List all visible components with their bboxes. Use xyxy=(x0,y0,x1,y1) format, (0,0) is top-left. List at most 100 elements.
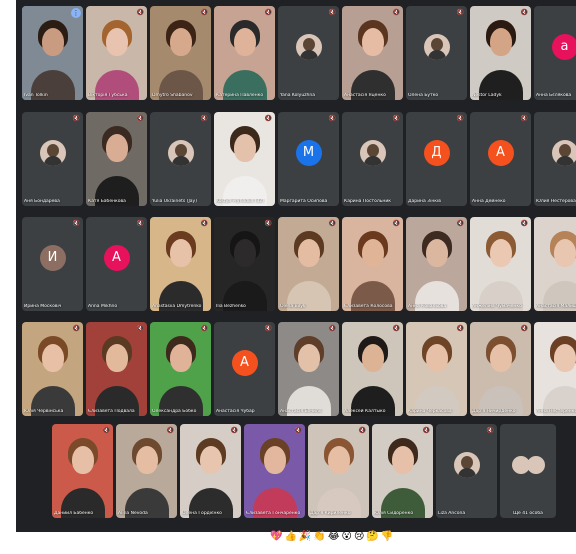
participant-face xyxy=(391,446,414,474)
participant-tile[interactable]: 🔇 Карина Постольник xyxy=(342,112,403,206)
participant-tile[interactable]: 🔇 Юлія Сидоренко xyxy=(372,424,433,518)
participant-name: Дарина Зінків xyxy=(408,199,441,204)
participant-name: Ще 41 особа xyxy=(513,511,543,516)
participant-face xyxy=(169,28,192,56)
participant-face xyxy=(489,28,512,56)
participant-tile[interactable]: 🔇 Liza Ancona xyxy=(436,424,497,518)
participant-video xyxy=(86,112,147,206)
participant-name: Алексей Калтыко xyxy=(344,409,386,414)
reaction-emoji[interactable]: 👎 xyxy=(381,530,393,544)
participant-video xyxy=(150,217,211,311)
participant-name: Olena Bilyk xyxy=(280,304,306,309)
mic-off-icon: 🔇 xyxy=(328,115,336,122)
participant-face xyxy=(105,344,128,372)
participant-video xyxy=(150,6,211,100)
participant-video xyxy=(342,6,403,100)
reaction-emoji[interactable]: 😮 xyxy=(342,530,352,544)
participant-tile[interactable]: 🔇 Дар'я Ничирденко xyxy=(470,322,531,416)
participant-tile[interactable]: 🔇 Yana Kolyuzhna xyxy=(278,6,339,100)
participant-name: Анна Нестеренко xyxy=(536,409,576,414)
participant-tile[interactable]: 🔇 Ilia Bezhenko xyxy=(214,217,275,311)
participant-tile[interactable]: 🔇 Катя Бабенкова xyxy=(86,112,147,206)
participant-tile[interactable]: 🔇 Катерина Павленко xyxy=(214,6,275,100)
more-options-icon[interactable]: ⋮ xyxy=(71,8,81,18)
participant-face xyxy=(361,28,384,56)
participant-tile[interactable]: И 🔇 Ирина Московіч xyxy=(22,217,83,311)
reaction-emoji[interactable]: 😢 xyxy=(354,530,364,544)
participant-tile[interactable]: 🔇 Дар'я Кириленко xyxy=(308,424,369,518)
participant-tile[interactable]: 🔇 Kostya Pryhodko (32) xyxy=(214,112,275,206)
reaction-emoji[interactable]: 👍 xyxy=(284,530,296,544)
participant-tile[interactable]: Ще 41 особа xyxy=(500,424,556,518)
participant-tile[interactable]: ⋮ Ivan Tolkin xyxy=(22,6,83,100)
participant-tile[interactable]: 🔇 Аня Бондарева xyxy=(22,112,83,206)
participant-tile[interactable]: 🔇 Олена Гордієнко xyxy=(180,424,241,518)
participant-video xyxy=(52,424,113,518)
participant-video xyxy=(278,322,339,416)
participant-face xyxy=(297,239,320,267)
participant-tile[interactable]: A 🔇 Анна Дейнеко xyxy=(470,112,531,206)
participant-face xyxy=(327,446,350,474)
participant-face xyxy=(199,446,222,474)
participant-tile[interactable]: 🔇 Вікторія Губська xyxy=(86,6,147,100)
participant-tile[interactable]: 🔇 Анастасія Бочило xyxy=(278,322,339,416)
reaction-emoji[interactable]: 😂 xyxy=(328,530,340,544)
participant-tile[interactable]: 🔇 Olena Bilyk xyxy=(278,217,339,311)
participant-tile[interactable]: 🔇 Даниил Бабенко xyxy=(52,424,113,518)
participant-tile[interactable]: 🔇 Єлизавета Гончаренко xyxy=(244,424,305,518)
participant-face xyxy=(233,28,256,56)
mic-off-icon: 🔇 xyxy=(230,427,238,434)
participant-tile[interactable]: 🔇 Алексей Калтыко xyxy=(342,322,403,416)
participant-tile[interactable]: A 🔇 Anna Mikhno xyxy=(86,217,147,311)
participant-tile[interactable]: A 🔇 Анастасія Чубар xyxy=(214,322,275,416)
participant-face xyxy=(41,344,64,372)
avatar-photo-body xyxy=(43,156,62,167)
participant-name: Катерина Павленко xyxy=(216,93,264,98)
participant-tile[interactable]: 🔇 Єлизавета Подвала xyxy=(86,322,147,416)
reaction-emoji[interactable]: 👏 xyxy=(313,530,325,544)
participant-tile[interactable]: 🔇Анастасія Малишко xyxy=(534,217,576,311)
participant-tile[interactable]: 🔇 Олександра Бобко xyxy=(150,322,211,416)
participant-video xyxy=(86,322,147,416)
participant-tile[interactable]: 🔇 Єлизавета Колосова xyxy=(342,217,403,311)
participant-tile[interactable]: 🔇 Карина Черкасова xyxy=(406,322,467,416)
reactions-bar: 💖 👍 🎉 👏 😂 😮 😢 🤔 👎 xyxy=(270,530,393,544)
avatar: Д xyxy=(423,140,450,167)
participant-tile[interactable]: 🔇 Yulia Ukrainets (Jay) xyxy=(150,112,211,206)
participant-tile[interactable]: 🔇 Dmytro Shabanov xyxy=(150,6,211,100)
participant-name: Юлия Нестерова xyxy=(536,199,576,204)
participant-face xyxy=(361,344,384,372)
participant-name: Yulia Ukrainets (Jay) xyxy=(152,199,197,204)
participant-tile[interactable]: 🔇 Анжеліна Чумаченко xyxy=(470,217,531,311)
reaction-emoji[interactable]: 💖 xyxy=(270,530,282,544)
participant-tile[interactable]: 🔇 Юлія Червінська xyxy=(22,322,83,416)
participant-face xyxy=(489,239,512,267)
participant-tile[interactable]: Д 🔇 Дарина Зінків xyxy=(406,112,467,206)
participant-tile[interactable]: a🔇Анна Бєлякова xyxy=(534,6,576,100)
participant-tile[interactable]: 🔇Юлия Нестерова xyxy=(534,112,576,206)
participant-face xyxy=(297,344,320,372)
reaction-emoji[interactable]: 🤔 xyxy=(366,530,378,544)
participant-tile[interactable]: 🔇Анна Нестеренко xyxy=(534,322,576,416)
mic-off-icon: 🔇 xyxy=(456,115,464,122)
participant-tile[interactable]: 🔇 Nestor Ladyk xyxy=(470,6,531,100)
participant-video xyxy=(406,322,467,416)
participant-name: Анастасія Яценко xyxy=(344,93,386,98)
participant-name: Анна Ковальова xyxy=(408,304,447,309)
mic-off-icon: 🔇 xyxy=(264,325,272,332)
mic-off-icon: 🔇 xyxy=(328,220,336,227)
participant-video xyxy=(470,322,531,416)
participant-tile[interactable]: 🔇 Анастасія Яценко xyxy=(342,6,403,100)
avatar-photo-body xyxy=(299,50,318,61)
mic-off-icon: 🔇 xyxy=(486,427,494,434)
reaction-emoji[interactable]: 🎉 xyxy=(299,530,311,544)
avatar xyxy=(551,140,576,167)
participant-tile[interactable]: M 🔇 Маргарита Осипова xyxy=(278,112,339,206)
participant-tile[interactable]: 🔇 Олена Бутко xyxy=(406,6,467,100)
avatar: A xyxy=(487,140,514,167)
participant-tile[interactable]: 🔇 Анна Ковальова xyxy=(406,217,467,311)
avatar-photo-body xyxy=(171,156,190,167)
mic-off-icon: 🔇 xyxy=(520,220,528,227)
participant-tile[interactable]: 🔇 Anastasiia Dmytrenko xyxy=(150,217,211,311)
participant-tile[interactable]: 🔇 Alina Nevoda xyxy=(116,424,177,518)
